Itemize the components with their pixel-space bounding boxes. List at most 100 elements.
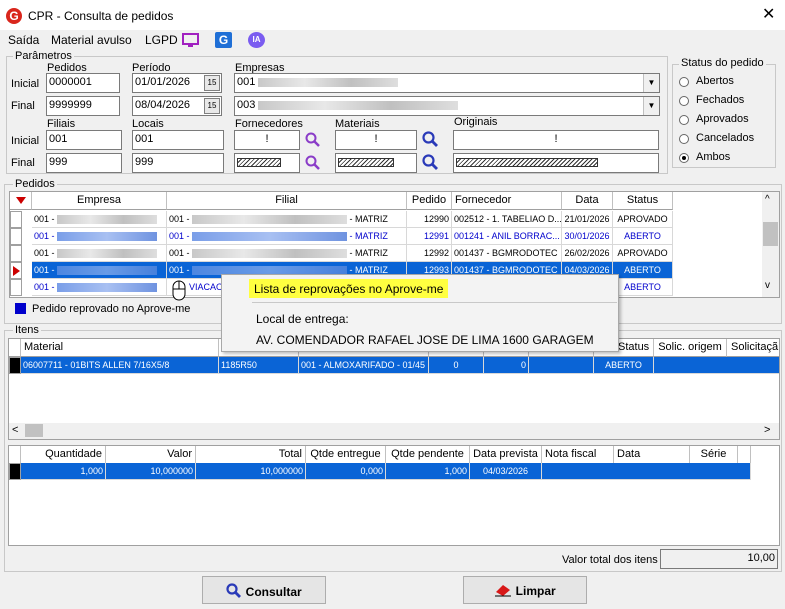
scrollbar-thumb[interactable]	[763, 222, 778, 246]
table-row[interactable]: 001 - 001 - - MATRIZ 12990 002512 - 1. T…	[10, 211, 779, 228]
col-qtde-entregue[interactable]: Qtde entregue	[306, 446, 386, 464]
fornecedor-inicial-input[interactable]: !	[234, 130, 300, 150]
materiais-label: Materiais	[335, 118, 380, 130]
cell-material: 06007711 - 01BITS ALLEN 7/16X5/8	[21, 357, 219, 374]
empresa-final-value: 003	[237, 99, 256, 111]
consultar-button[interactable]: Consultar	[202, 576, 326, 604]
material-final-input[interactable]	[335, 153, 417, 173]
col-data[interactable]: Data	[614, 446, 690, 464]
monitor-icon[interactable]	[182, 32, 199, 48]
close-icon[interactable]: ✕	[762, 6, 775, 24]
status-option-ambos[interactable]: Ambos	[679, 151, 769, 163]
col-solicitacao[interactable]: Solicitaçã	[727, 339, 779, 357]
col-material[interactable]: Material	[21, 339, 219, 357]
calendar-icon[interactable]: 15	[204, 98, 220, 114]
tooltip-local-label: Local de entrega:	[256, 312, 349, 326]
vertical-scrollbar[interactable]: ^ v	[762, 192, 779, 297]
search-icon[interactable]	[305, 155, 321, 174]
status-option-abertos[interactable]: Abertos	[679, 75, 769, 87]
hatch-fill	[338, 158, 394, 167]
cell-data-prevista: 04/03/2026	[470, 463, 542, 480]
cell-pedido: 12992	[407, 245, 452, 262]
col-valor[interactable]: Valor	[106, 446, 196, 464]
col-pedido[interactable]: Pedido	[407, 192, 452, 210]
chevron-down-icon[interactable]: ▼	[643, 74, 659, 92]
col-empresa[interactable]: Empresa	[32, 192, 167, 210]
tooltip-title[interactable]: Lista de reprovações no Aprove-me	[249, 279, 449, 298]
fornecedor-final-input[interactable]	[234, 153, 300, 173]
itens-grid[interactable]: Material Status Solic. origem Solicitaçã…	[8, 338, 780, 440]
col-filial[interactable]: Filial	[167, 192, 407, 210]
pedido-inicial-input[interactable]: 0000001	[46, 73, 120, 93]
empresa-final-select[interactable]: 003	[234, 96, 660, 116]
cell-text: 001 -	[34, 282, 55, 292]
pedido-final-input[interactable]: 9999999	[46, 96, 120, 116]
blurred-text	[192, 232, 348, 242]
limpar-button[interactable]: Limpar	[463, 576, 587, 604]
table-row[interactable]: 001 - 001 - - MATRIZ 12992 001437 - BGMR…	[10, 245, 779, 262]
col-serie[interactable]: Série	[690, 446, 738, 464]
ia-icon[interactable]: IA	[248, 32, 265, 48]
row-indicator	[10, 279, 22, 296]
local-inicial-input[interactable]: 001	[132, 130, 224, 150]
original-final-input[interactable]	[453, 153, 659, 173]
status-option-label: Abertos	[696, 75, 734, 87]
col-status[interactable]: Status	[613, 192, 673, 210]
menu-saida[interactable]: Saída	[8, 33, 39, 47]
chevron-down-icon[interactable]: v	[765, 280, 770, 291]
chevron-down-icon[interactable]: ▼	[643, 97, 659, 115]
itens-group-label: Itens	[13, 324, 41, 336]
calendar-icon[interactable]: 15	[204, 75, 220, 91]
col-total[interactable]: Total	[196, 446, 306, 464]
search-icon	[226, 583, 242, 598]
col-fornecedor[interactable]: Fornecedor	[452, 192, 562, 210]
empresa-inicial-select[interactable]: 001	[234, 73, 660, 93]
chevron-right-icon[interactable]: >	[764, 424, 770, 436]
data-final-value: 08/04/2026	[135, 99, 191, 111]
search-icon[interactable]	[422, 154, 439, 174]
filial-inicial-input[interactable]: 001	[46, 130, 122, 150]
blurred-text	[192, 215, 348, 225]
status-option-fechados[interactable]: Fechados	[679, 94, 769, 106]
filial-final-input[interactable]: 999	[46, 153, 122, 173]
scrollbar-thumb[interactable]	[25, 424, 43, 437]
row-indicator	[10, 245, 22, 262]
col-solic-origem[interactable]: Solic. origem	[654, 339, 727, 357]
col-qtde-pendente[interactable]: Qtde pendente	[386, 446, 470, 464]
table-row-selected[interactable]: 1,000 10,000000 10,000000 0,000 1,000 04…	[9, 463, 779, 480]
chevron-up-icon[interactable]: ^	[765, 194, 770, 205]
cell-quantidade: 1,000	[21, 463, 106, 480]
search-icon[interactable]	[422, 131, 439, 151]
table-row-selected[interactable]: 06007711 - 01BITS ALLEN 7/16X5/8 1185R50…	[9, 357, 779, 374]
legend-swatch	[15, 303, 26, 314]
col-nota-fiscal[interactable]: Nota fiscal	[542, 446, 614, 464]
cell-total: 10,000000	[196, 463, 306, 480]
original-inicial-input[interactable]: !	[453, 130, 659, 150]
chevron-left-icon[interactable]: <	[12, 424, 18, 436]
material-inicial-input[interactable]: !	[335, 130, 417, 150]
col-data[interactable]: Data	[562, 192, 613, 210]
menu-bar: Saída Material avulso LGPD G IA	[0, 30, 785, 50]
col-data-prevista[interactable]: Data prevista	[470, 446, 542, 464]
col-quantidade[interactable]: Quantidade	[21, 446, 106, 464]
fornecedores-label: Fornecedores	[235, 118, 303, 130]
data-inicial-value: 01/01/2026	[135, 76, 191, 88]
menu-material-avulso[interactable]: Material avulso	[51, 33, 132, 47]
sort-indicator[interactable]	[10, 192, 32, 210]
menu-lgpd[interactable]: LGPD	[145, 33, 178, 47]
quantidades-grid[interactable]: Quantidade Valor Total Qtde entregue Qtd…	[8, 445, 780, 546]
blurred-text	[57, 232, 158, 242]
horizontal-scrollbar[interactable]: < >	[9, 423, 779, 439]
local-final-input[interactable]: 999	[132, 153, 224, 173]
status-option-aprovados[interactable]: Aprovados	[679, 113, 769, 125]
search-icon[interactable]	[305, 132, 321, 151]
table-row[interactable]: 001 - 001 - - MATRIZ 12991 001241 - ANIL…	[10, 228, 779, 245]
status-option-label: Ambos	[696, 151, 731, 163]
empresa-inicial-value: 001	[237, 76, 256, 88]
cell-status: APROVADO	[613, 211, 673, 228]
g-logo-icon[interactable]: G	[215, 32, 232, 48]
radio-selected-icon	[679, 153, 689, 163]
status-option-cancelados[interactable]: Cancelados	[679, 132, 769, 144]
cell-status: ABERTO	[613, 228, 673, 245]
cell-text: 001 -	[169, 265, 190, 275]
